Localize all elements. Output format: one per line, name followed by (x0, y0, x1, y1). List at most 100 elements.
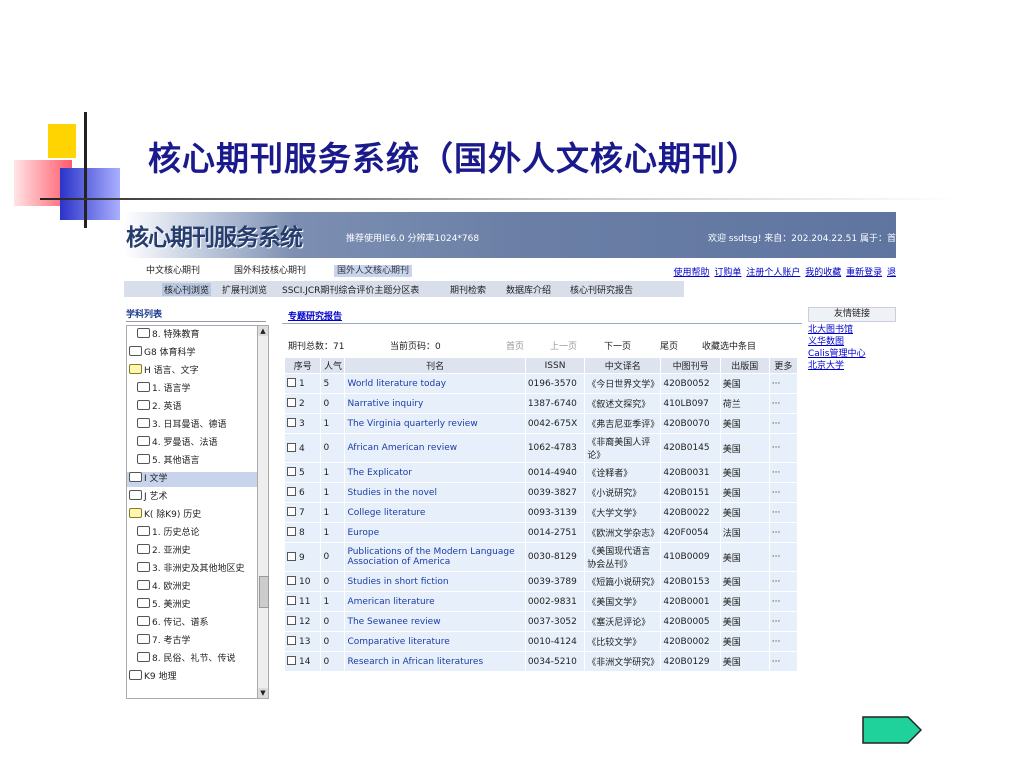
tree-item[interactable]: K9 地理 (129, 670, 177, 685)
tree-item[interactable]: 2. 英语 (137, 400, 181, 415)
row-checkbox[interactable] (287, 398, 296, 407)
prev-page-button[interactable]: 上一页 (550, 339, 577, 352)
scroll-up-icon[interactable]: ▲ (258, 326, 268, 336)
tree-item[interactable]: H 语言、文字 (129, 364, 199, 379)
help-link[interactable]: 使用帮助 (674, 268, 710, 278)
row-checkbox[interactable] (287, 378, 296, 387)
cell-more[interactable]: ··· (768, 482, 799, 503)
row-checkbox[interactable] (287, 616, 296, 625)
cell-title[interactable]: College literature (344, 502, 526, 523)
tree-item[interactable]: K( 除K9) 历史 (129, 508, 201, 523)
col-popularity[interactable]: 人气 (320, 357, 346, 374)
last-page-button[interactable]: 尾页 (660, 339, 678, 352)
scroll-thumb[interactable] (259, 576, 269, 608)
cell-more[interactable]: ··· (768, 611, 799, 632)
col-country[interactable]: 出版国 (719, 357, 770, 374)
tree-item[interactable]: 6. 传记、谱系 (137, 616, 208, 631)
row-checkbox[interactable] (287, 596, 296, 605)
row-checkbox[interactable] (287, 656, 296, 665)
tab-foreign-sci-core[interactable]: 国外科技核心期刊 (234, 265, 306, 277)
tree-item[interactable]: 5. 美洲史 (137, 598, 190, 613)
tree-item[interactable]: 4. 罗曼语、法语 (137, 436, 217, 451)
col-clc-number[interactable]: 中图刊号 (660, 357, 721, 374)
subtab-journal-search[interactable]: 期刊检索 (450, 283, 486, 296)
tree-item[interactable]: 5. 其他语言 (137, 454, 199, 469)
cell-title[interactable]: World literature today (344, 373, 526, 394)
report-link[interactable]: 专题研究报告 (288, 309, 342, 322)
cell-title[interactable]: Comparative literature (344, 631, 526, 652)
row-checkbox[interactable] (287, 527, 296, 536)
cell-title[interactable]: American literature (344, 591, 526, 612)
next-arrow-icon[interactable] (862, 716, 922, 744)
col-chinese-name[interactable]: 中文译名 (584, 357, 662, 374)
cell-title[interactable]: Studies in the novel (344, 482, 526, 503)
subtab-core-browse[interactable]: 核心刊浏览 (162, 283, 212, 296)
cell-more[interactable]: ··· (768, 413, 799, 434)
cell-more[interactable]: ··· (768, 393, 799, 414)
tab-foreign-humanities-core[interactable]: 国外人文核心期刊 (334, 265, 413, 277)
favorites-link[interactable]: 我的收藏 (805, 268, 841, 278)
cell-title[interactable]: Publications of the Modern Language Asso… (344, 542, 526, 572)
col-more[interactable]: 更多 (768, 357, 799, 374)
row-checkbox[interactable] (287, 507, 296, 516)
tree-item[interactable]: I 文学 (127, 472, 257, 487)
cell-more[interactable]: ··· (768, 542, 799, 572)
link-pku-library[interactable]: 北大图书馆 (808, 324, 896, 336)
col-title[interactable]: 刊名 (344, 357, 526, 374)
tree-item[interactable]: 4. 欧洲史 (137, 580, 190, 595)
save-selected-button[interactable]: 收藏选中条目 (702, 339, 756, 352)
tree-item[interactable]: 8. 民俗、礼节、传说 (137, 652, 235, 667)
tree-item[interactable]: 1. 历史总论 (137, 526, 199, 541)
row-checkbox[interactable] (287, 551, 296, 561)
tree-item[interactable]: 1. 语言学 (137, 382, 190, 397)
link-yihua[interactable]: 义华数图 (808, 336, 896, 348)
cell-title[interactable]: The Sewanee review (344, 611, 526, 632)
cell-more[interactable]: ··· (768, 373, 799, 394)
tab-chinese-core[interactable]: 中文核心期刊 (146, 265, 200, 277)
cell-title[interactable]: Europe (344, 522, 526, 543)
cell-more[interactable]: ··· (768, 433, 799, 463)
link-pku[interactable]: 北京大学 (808, 360, 896, 372)
cell-more[interactable]: ··· (768, 591, 799, 612)
row-checkbox[interactable] (287, 442, 296, 452)
tree-item[interactable]: J 艺术 (129, 490, 168, 505)
tree-item[interactable]: 3. 非洲史及其他地区史 (137, 562, 244, 577)
cell-more[interactable]: ··· (768, 502, 799, 523)
cell-more[interactable]: ··· (768, 462, 799, 483)
subtab-research-report[interactable]: 核心刊研究报告 (570, 283, 633, 296)
relogin-link[interactable]: 重新登录 (846, 268, 882, 278)
subtab-extended-browse[interactable]: 扩展刊浏览 (222, 283, 267, 296)
cell-title[interactable]: Narrative inquiry (344, 393, 526, 414)
cell-more[interactable]: ··· (768, 631, 799, 652)
tree-item[interactable]: 2. 亚洲史 (137, 544, 190, 559)
col-issn[interactable]: ISSN (524, 357, 586, 374)
row-checkbox[interactable] (287, 576, 296, 585)
tree-item[interactable]: 8. 特殊教育 (137, 328, 199, 343)
row-checkbox[interactable] (287, 467, 296, 476)
col-number[interactable]: 序号 (283, 357, 322, 374)
cell-title[interactable]: The Virginia quarterly review (344, 413, 526, 434)
cell-title[interactable]: The Explicator (344, 462, 526, 483)
subject-scrollbar[interactable]: ▲ ▼ (257, 325, 269, 699)
cell-title[interactable]: African American review (344, 433, 526, 463)
cell-more[interactable]: ··· (768, 571, 799, 592)
scroll-down-icon[interactable]: ▼ (258, 688, 268, 698)
tree-item[interactable]: G8 体育科学 (129, 346, 196, 361)
tree-item[interactable]: 3. 日耳曼语、德语 (137, 418, 226, 433)
register-link[interactable]: 注册个人账户 (746, 268, 800, 278)
order-link[interactable]: 订购单 (714, 268, 741, 278)
next-page-button[interactable]: 下一页 (604, 339, 631, 352)
row-checkbox[interactable] (287, 636, 296, 645)
first-page-button[interactable]: 首页 (506, 339, 524, 352)
logout-link[interactable]: 退 (887, 268, 896, 278)
tree-item[interactable]: 7. 考古学 (137, 634, 190, 649)
link-calis[interactable]: Calis管理中心 (808, 348, 896, 360)
cell-more[interactable]: ··· (768, 522, 799, 543)
subtab-ssci-jcr[interactable]: SSCI.JCR期刊综合评价主题分区表 (282, 283, 419, 296)
subtab-database-intro[interactable]: 数据库介绍 (506, 283, 551, 296)
cell-title[interactable]: Research in African literatures (344, 651, 526, 672)
cell-title[interactable]: Studies in short fiction (344, 571, 526, 592)
row-checkbox[interactable] (287, 418, 296, 427)
cell-more[interactable]: ··· (768, 651, 799, 672)
row-checkbox[interactable] (287, 487, 296, 496)
